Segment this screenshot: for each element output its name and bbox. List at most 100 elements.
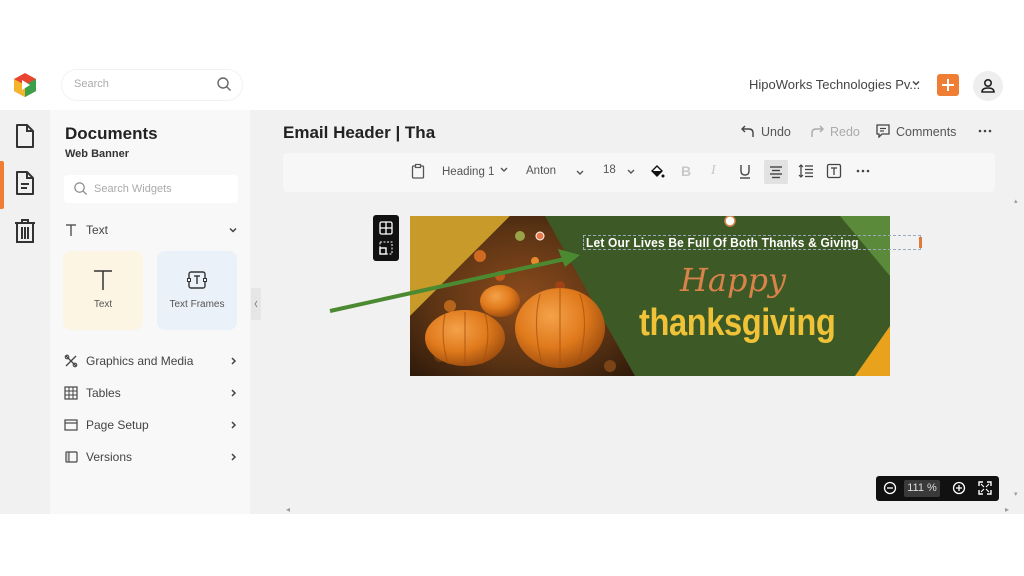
undo-button[interactable]: Undo	[741, 124, 791, 139]
more-horizontal-icon	[856, 169, 870, 173]
organization-selector[interactable]: HipoWorks Technologies Pv...	[749, 77, 920, 92]
section-text[interactable]: Text	[64, 220, 244, 242]
banner-script-word: Happy	[680, 261, 787, 299]
font-size-select[interactable]: 18	[603, 164, 639, 182]
rail-document-editor[interactable]	[12, 169, 38, 197]
grid-icon[interactable]	[379, 221, 393, 235]
redo-label: Redo	[830, 125, 860, 139]
section-page-setup[interactable]: Page Setup	[64, 415, 244, 437]
zoom-level[interactable]: 111 %	[904, 480, 940, 497]
banner-main-word: thanksgiving	[639, 302, 836, 344]
horizontal-scroll-left[interactable]: ◂	[286, 505, 290, 514]
left-rail	[0, 110, 50, 514]
text-icon	[94, 270, 112, 290]
more-horizontal-icon	[978, 129, 992, 133]
section-label: Text	[86, 223, 109, 237]
line-spacing-icon	[798, 164, 813, 178]
text-selection-box	[583, 235, 921, 250]
text-resize-handle[interactable]	[919, 237, 922, 248]
chevron-down-icon[interactable]	[910, 77, 922, 89]
horizontal-scroll-right[interactable]: ▸	[1005, 505, 1009, 514]
search-icon	[74, 182, 88, 196]
section-graphics-and-media[interactable]: Graphics and Media	[64, 351, 244, 373]
font-size-value: 18	[603, 164, 616, 176]
document-title[interactable]: Email Header | Tha	[283, 123, 435, 143]
account-button[interactable]	[973, 71, 1003, 101]
section-label: Versions	[86, 450, 133, 464]
redo-icon	[811, 125, 824, 137]
toolbar-more-button[interactable]	[855, 163, 871, 181]
widget-card-text-frames[interactable]: Text Frames	[157, 251, 237, 330]
zoom-out-icon[interactable]	[883, 481, 897, 495]
handle-dot	[535, 231, 545, 241]
section-label: Graphics and Media	[86, 354, 194, 368]
active-indicator	[0, 161, 4, 209]
comment-icon	[876, 124, 890, 138]
italic-icon: I	[711, 163, 716, 178]
zoom-in-icon[interactable]	[952, 481, 966, 495]
chevron-down-icon	[229, 227, 237, 233]
more-options-button[interactable]	[977, 122, 993, 141]
bold-icon: B	[681, 163, 692, 179]
text-box-icon	[826, 163, 842, 179]
bottom-letterbox	[0, 514, 1024, 576]
text-icon	[66, 224, 76, 236]
widgets-panel: Documents Web Banner Search Widgets Text…	[50, 110, 250, 514]
annotation-arrow	[329, 249, 580, 313]
section-versions[interactable]: Versions	[64, 447, 244, 469]
app-logo[interactable]	[12, 72, 38, 98]
font-family-value: Anton	[526, 165, 557, 177]
paragraph-style-select[interactable]: Heading 1	[442, 165, 510, 183]
underline-button[interactable]	[738, 163, 752, 181]
text-box-button[interactable]	[826, 163, 842, 181]
chevron-left-icon	[254, 300, 258, 308]
vertical-scroll-up[interactable]: ▴	[1014, 197, 1018, 205]
clipboard-icon	[411, 163, 425, 179]
chevron-right-icon	[231, 453, 237, 461]
versions-icon	[65, 451, 78, 463]
vertical-scroll-down[interactable]: ▾	[1014, 490, 1018, 498]
undo-label: Undo	[761, 125, 791, 139]
underline-icon	[740, 165, 750, 179]
rail-documents[interactable]	[12, 122, 38, 150]
undo-icon	[741, 125, 754, 137]
font-family-select[interactable]: Anton	[526, 165, 586, 183]
search-placeholder: Search	[74, 78, 109, 90]
widget-card-label: Text	[93, 299, 113, 310]
bold-button[interactable]: B	[681, 163, 691, 181]
redo-button[interactable]: Redo	[810, 124, 860, 139]
file-icon	[16, 124, 34, 148]
plus-icon	[942, 79, 954, 91]
chevron-right-icon	[231, 421, 237, 429]
italic-button[interactable]: I	[711, 163, 716, 181]
widget-search-input[interactable]: Search Widgets	[64, 175, 238, 203]
line-spacing-button[interactable]	[798, 163, 814, 181]
text-frame-icon	[187, 271, 207, 289]
chevron-right-icon	[231, 357, 237, 365]
widget-search-placeholder: Search Widgets	[94, 183, 172, 195]
widget-card-text[interactable]: Text	[63, 251, 143, 330]
collapse-panel-button[interactable]	[251, 288, 261, 320]
rail-trash[interactable]	[12, 217, 38, 245]
fill-color-button[interactable]	[649, 163, 665, 181]
comments-label: Comments	[896, 125, 957, 139]
paragraph-style-value: Heading 1	[442, 166, 495, 178]
page-setup-icon	[64, 419, 78, 431]
search-icon[interactable]	[216, 76, 232, 92]
chevron-down-icon	[576, 170, 584, 175]
global-search-input[interactable]: Search	[62, 70, 242, 100]
format-toolbar: Heading 1 Anton 18 B I	[283, 153, 995, 192]
graphics-icon	[64, 354, 78, 368]
section-tables[interactable]: Tables	[64, 383, 244, 405]
user-icon	[981, 79, 995, 93]
comments-button[interactable]: Comments	[876, 124, 956, 139]
add-button[interactable]	[937, 74, 959, 96]
top-bar: Search HipoWorks Technologies Pv...	[0, 60, 1024, 110]
chevron-down-icon	[500, 167, 508, 172]
align-center-button[interactable]	[764, 160, 788, 184]
widget-card-label: Text Frames	[169, 299, 225, 310]
paste-button[interactable]	[411, 163, 425, 181]
file-text-icon	[16, 171, 34, 195]
fullscreen-icon[interactable]	[978, 481, 992, 495]
panel-title: Documents	[65, 124, 158, 143]
